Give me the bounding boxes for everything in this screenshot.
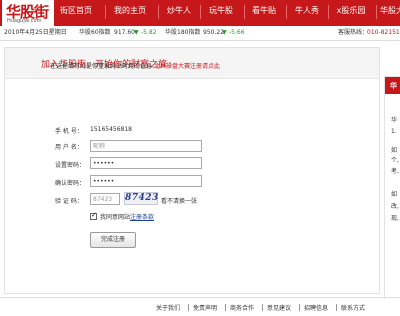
logo-subtext: Huagujie.com	[7, 18, 42, 24]
nav-divider	[328, 5, 329, 19]
footer-link-contact[interactable]: 联系方式	[341, 303, 365, 312]
confirm-password-label: 确认密码：	[55, 180, 86, 187]
ticker-date: 2010年4月25日星期日	[4, 29, 67, 36]
captcha-image[interactable]: 87423	[124, 192, 158, 205]
down-arrow-icon: ▼	[134, 29, 139, 36]
phone-label: 手 机 号：	[55, 128, 83, 135]
username-input[interactable]: 昵称	[90, 140, 202, 152]
side-panel-line: 华	[391, 117, 398, 124]
side-panel-line: 考,	[391, 168, 399, 175]
nav-item-lecture[interactable]: 华股大讲堂	[380, 0, 400, 26]
side-panel-line: 1.	[391, 128, 397, 135]
side-panel-line: 改,	[391, 203, 399, 210]
footer-link-about[interactable]: 关于我们	[156, 303, 180, 312]
site-logo[interactable]: 华股街 Huagujie.com	[2, 0, 54, 26]
username-label: 用 户 名：	[55, 144, 83, 151]
captcha-label: 验 证 码：	[55, 198, 83, 205]
agree-text: 我同意网站	[100, 214, 131, 221]
nav-divider	[200, 5, 201, 19]
top-navbar: 华股街 Huagujie.com 街区首页 我的主页 炒牛人 玩牛股 看牛贴 牛…	[0, 0, 400, 26]
nav-item-my-home[interactable]: 我的主页	[110, 0, 150, 26]
index1-label[interactable]: 华股60指数	[79, 26, 111, 40]
nav-divider	[376, 5, 377, 19]
complete-registration-button[interactable]: 完成注册	[90, 232, 136, 248]
footer-link-disclaimer[interactable]: 免责声明	[193, 303, 217, 312]
side-panel-line: 现,	[391, 215, 399, 222]
side-panel-title: 华	[390, 82, 397, 90]
footer-separator	[336, 304, 337, 311]
password-input[interactable]: ••••••	[90, 157, 202, 169]
down-arrow-icon: ▼	[222, 29, 227, 36]
footer-separator	[188, 304, 189, 311]
footer: 关于我们 免责声明 商务合作 意见建议 招聘信息 联系方式	[0, 298, 400, 316]
footer-separator	[225, 304, 226, 311]
side-panel-header: 华	[385, 77, 400, 94]
terms-link[interactable]: 注册条款	[130, 214, 154, 221]
agree-checkbox[interactable]	[90, 211, 97, 220]
nav-item-wan-niugu[interactable]: 玩牛股	[204, 0, 238, 26]
hotline-label: 客服热线：	[338, 29, 369, 36]
phone-value: 15165456818	[90, 126, 132, 133]
hotline-number: 010-82151	[367, 29, 400, 36]
nav-item-stock-park[interactable]: x股乐园	[331, 0, 371, 26]
nav-divider	[244, 5, 245, 19]
nav-divider	[286, 5, 287, 19]
footer-link-feedback[interactable]: 意见建议	[267, 303, 291, 312]
side-panel: 华 华 1. 如 个, 考, 如 改, 现,	[384, 76, 400, 299]
nav-divider	[105, 5, 106, 19]
index2-value: 950.22	[203, 29, 224, 36]
footer-link-business[interactable]: 商务合作	[230, 303, 254, 312]
index2-change: -5.66	[229, 29, 245, 36]
side-panel-line: 如	[391, 147, 398, 154]
nav-divider	[158, 5, 159, 19]
confirm-password-input[interactable]: ••••••	[90, 175, 202, 187]
index2-label[interactable]: 华股180指数	[165, 26, 200, 40]
nav-item-niuren-xiu[interactable]: 牛人秀	[290, 0, 324, 26]
nav-item-home[interactable]: 街区首页	[56, 0, 96, 26]
nav-item-chao-niuren[interactable]: 炒牛人	[162, 0, 196, 26]
form-notice: 在这里填写的是你登录网站时用的信息 北林操盘大赛注册请点此	[50, 61, 220, 70]
registration-panel: 加入华股街，开始你的财富之旅	[4, 47, 380, 294]
footer-separator	[262, 304, 263, 311]
contest-register-link[interactable]: 北林操盘大赛注册请点此	[154, 63, 220, 70]
agree-statement: 我同意网站注册条款	[100, 212, 154, 221]
captcha-input[interactable]: 87423	[90, 193, 120, 205]
password-label: 设置密码：	[55, 162, 86, 169]
nav-item-kan-niutie[interactable]: 看牛贴	[247, 0, 281, 26]
notice-text: 在这里填写的是你登录网站时用的信息	[50, 63, 153, 70]
captcha-refresh-link[interactable]: 看不清换一张	[161, 196, 197, 205]
divider	[0, 40, 400, 41]
footer-link-jobs[interactable]: 招聘信息	[304, 303, 328, 312]
ticker-bar: 2010年4月25日星期日 华股60指数 917.60 ▼ -5.82 华股18…	[0, 26, 400, 40]
side-panel-line: 如	[391, 191, 398, 198]
side-panel-line: 个,	[391, 157, 399, 164]
footer-separator	[299, 304, 300, 311]
index1-change: -5.82	[141, 29, 157, 36]
index1-value: 917.60	[114, 29, 135, 36]
